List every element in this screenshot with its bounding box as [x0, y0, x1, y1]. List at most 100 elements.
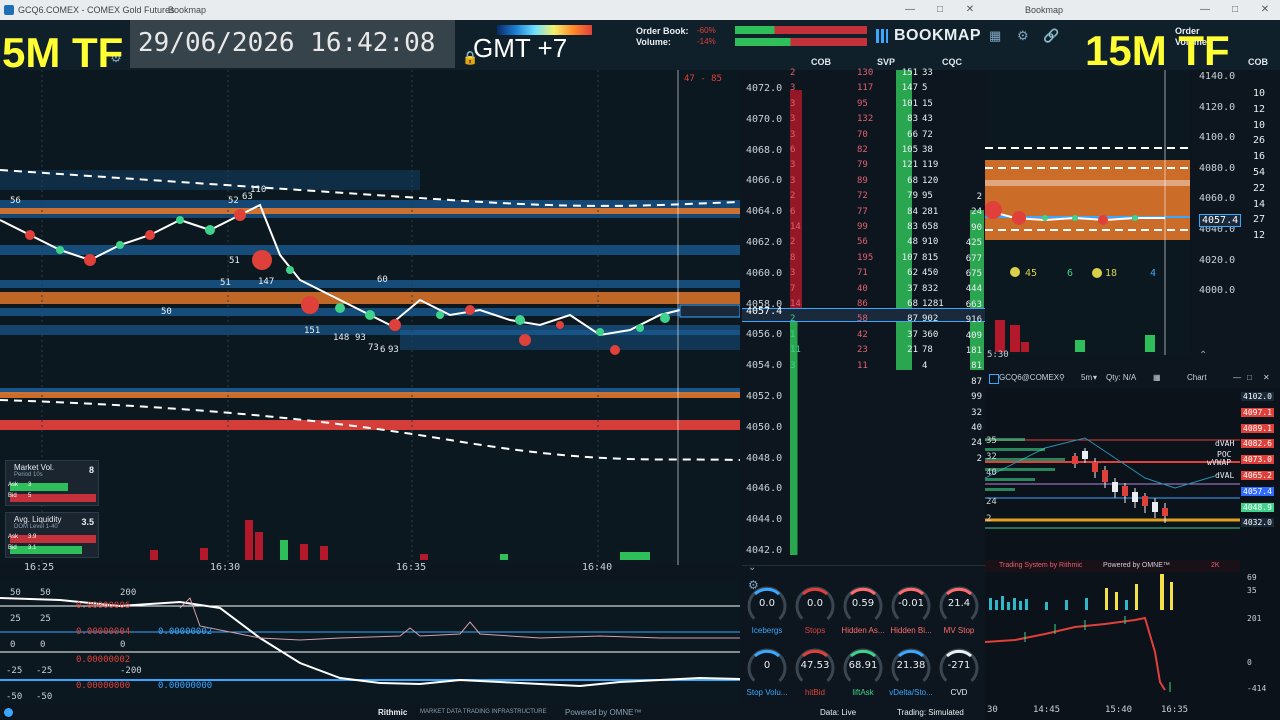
scroll-up-chevron-icon[interactable]: ⌃ — [1199, 350, 1207, 361]
ladder-svp-a: 130 — [857, 68, 874, 78]
ladder-cqc-value: 72 — [922, 129, 933, 140]
mini-close-icon[interactable]: ✕ — [1263, 368, 1270, 388]
mini-symbol[interactable]: GCQ6@COMEX — [999, 368, 1059, 388]
cqc-right-value: 81 — [971, 361, 982, 372]
osc-axis-label: 0 — [120, 640, 126, 650]
dot-label: 6 — [380, 345, 386, 355]
right-tool-icon-3[interactable]: 🔗 — [1043, 28, 1059, 44]
cqc-right-value: 444 — [965, 284, 982, 295]
right-window-app-name: Bookmap — [1025, 5, 1064, 15]
status-indicator-icon — [4, 708, 13, 717]
ladder-svp-b: 107 — [901, 252, 918, 263]
ladder-cob-value: 2 — [790, 191, 796, 202]
right-tool-icon-1[interactable]: ▦ — [989, 28, 1001, 44]
mini-level-name: dVAH — [1215, 439, 1235, 449]
right-cob-value: 12 — [1253, 230, 1266, 242]
osc-axis-label: -50 — [6, 692, 23, 702]
right-cob-value: 10 — [1253, 88, 1266, 99]
right-cob-value: 27 — [1253, 214, 1266, 226]
ladder-svp-a: 95 — [857, 98, 868, 109]
right-price-tick: 4140.0 — [1199, 71, 1236, 82]
avg-liquidity-widget[interactable]: Avg. Liquidity DOM Level 1-40 3.5 Ask 3.… — [5, 512, 99, 558]
right-close-icon[interactable]: ✕ — [1250, 0, 1280, 20]
mini-interval-chevron-icon[interactable]: ▾ — [1093, 368, 1097, 388]
osc-value-label: 0.00000004 — [76, 627, 131, 637]
mini-volume-pane[interactable] — [985, 574, 1240, 610]
ladder-svp-a: 56 — [857, 237, 868, 248]
ladder-cqc-value: 119 — [922, 160, 939, 171]
top-line-label: 47 - 85 — [684, 74, 722, 84]
right-price-tick: 4000.0 — [1199, 285, 1236, 297]
mini-level-price: 4032.0 — [1241, 518, 1274, 528]
right-price-tick: 4100.0 — [1199, 132, 1236, 144]
ladder-price: 4052.0 — [746, 391, 783, 402]
ladder-svp-a: 58 — [857, 314, 868, 325]
mini-level-price: 4097.1 — [1241, 407, 1274, 417]
time-tick: 16:30 — [210, 562, 241, 573]
mini-footer-omne: Powered by OMNE™ — [1103, 562, 1170, 569]
cqc-right-value: 425 — [965, 238, 982, 249]
ladder-svp-a: 86 — [857, 299, 868, 309]
mini-maximize-icon[interactable]: □ — [1247, 368, 1252, 388]
ladder-cob-value: 6 — [790, 206, 796, 217]
avg-liquidity-bid-label: Bid — [8, 545, 17, 551]
bookmap-brand: BOOKMAP — [894, 27, 982, 44]
cqc-right-value: 677 — [965, 253, 982, 264]
collapse-chevron-icon[interactable]: ⌄ — [748, 562, 756, 573]
ladder-svp-a: 11 — [857, 360, 868, 371]
minimize-icon[interactable]: — — [895, 0, 925, 20]
close-icon[interactable]: ✕ — [955, 0, 985, 20]
ladder-cob-value: 3 — [790, 114, 796, 125]
ladder-svp-b: 83 — [907, 114, 918, 125]
right-maximize-icon[interactable]: □ — [1220, 0, 1250, 20]
right-dot-label: 6 — [1067, 268, 1074, 279]
right-heatmap-chart[interactable] — [985, 70, 1190, 355]
order-book-imbalance-bar — [735, 26, 867, 34]
ladder-svp-a: 195 — [857, 252, 874, 263]
avg-liquidity-ask-bar — [10, 535, 96, 543]
mini-time-tick: 30 — [987, 705, 998, 715]
ladder-svp-b: 66 — [907, 129, 918, 140]
ladder-cqc-value: 281 — [922, 206, 939, 217]
osc-axis-label: 0 — [10, 640, 16, 650]
mini-minimize-icon[interactable]: — — [1233, 368, 1241, 388]
right-cob-value: 12 — [1253, 103, 1266, 115]
ladder-svp-a: 82 — [857, 145, 868, 155]
mini-level-price: 4102.0 — [1241, 392, 1274, 401]
dot-label: 50 — [161, 307, 172, 317]
osc-value-label: 0.00000000 — [76, 681, 131, 691]
avg-liquidity-sub: DOM Level 1-40 — [14, 524, 58, 530]
gauge: -0.01 — [889, 584, 933, 628]
market-vol-title: Market Vol. — [14, 463, 55, 472]
mini-cvd-pane[interactable] — [985, 612, 1240, 702]
ladder-svp-b: 121 — [901, 160, 918, 171]
ladder-cob-value: 14 — [790, 222, 801, 232]
maximize-icon[interactable]: □ — [925, 0, 955, 20]
rithmic-brand: Rithmic — [378, 708, 408, 717]
mini-left-val: 24 — [986, 497, 997, 507]
mini-chart-button[interactable]: Chart — [1187, 368, 1207, 388]
mini-search-icon[interactable]: ⚲ — [1059, 368, 1065, 388]
ladder-header-cqc: CQC — [942, 57, 962, 67]
omne-footer: Powered by OMNE™ — [565, 708, 642, 717]
mini-layout-icon[interactable]: ▦ — [1153, 368, 1161, 388]
ladder-svp-a: 42 — [857, 329, 868, 340]
time-tick: 16:35 — [396, 562, 427, 573]
osc-value-label: 0.00000002 — [158, 627, 213, 637]
market-vol-widget[interactable]: Market Vol. Period 10s 8 Ask 3 Bid 5 — [5, 460, 99, 506]
ladder-cqc-value: 78 — [922, 345, 933, 356]
ladder-cqc-value: 832 — [922, 283, 939, 294]
gauge-label: CVD — [950, 688, 968, 697]
mini-interval[interactable]: 5m — [1081, 368, 1092, 388]
gauge: 0.0 — [745, 584, 789, 628]
gauge-value: 0.0 — [807, 598, 823, 609]
ladder-price: 4056.0 — [746, 329, 783, 341]
dot-label: 51 — [220, 278, 231, 288]
right-minimize-icon[interactable]: — — [1190, 0, 1220, 20]
chart-icon — [989, 374, 999, 384]
osc-axis-label: 25 — [10, 614, 21, 624]
mini-level-price: 4073.0 — [1241, 455, 1274, 465]
right-tool-icon-2[interactable]: ⚙ — [1017, 28, 1029, 44]
heatmap-chart[interactable] — [0, 70, 740, 565]
mini-candle-chart[interactable] — [985, 388, 1240, 558]
